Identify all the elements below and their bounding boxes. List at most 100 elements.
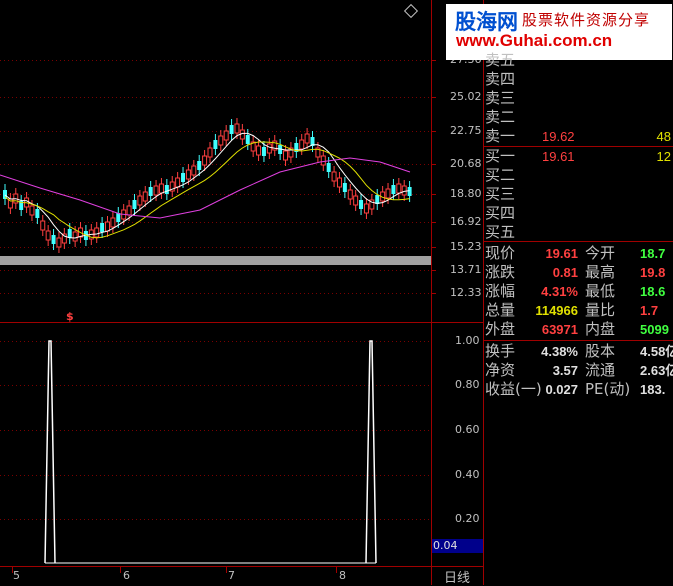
stat-label: 量比	[585, 301, 616, 319]
candle-body	[261, 147, 266, 156]
ask-row[interactable]: 卖二	[484, 108, 673, 127]
site-slogan: 股票软件资源分享	[522, 11, 651, 29]
candle-body	[175, 177, 181, 188]
stats-row: 现价 19.61 今开 18.7	[484, 244, 673, 263]
candle-body	[29, 205, 35, 216]
ask-row[interactable]: 卖一 19.62 48	[484, 127, 673, 146]
stats-row: 换手 4.38% 股本 4.58亿	[484, 342, 673, 361]
level-label: 卖三	[485, 89, 516, 107]
indicator-chart[interactable]	[0, 323, 431, 566]
stat-value: 18.6	[640, 284, 666, 299]
stat-label: 最高	[585, 263, 616, 281]
orderbook-divider-bottom	[484, 241, 673, 242]
candle-body	[234, 123, 240, 134]
period-label[interactable]: 日线	[444, 567, 470, 586]
stat-label: 涨幅	[485, 282, 516, 300]
candle-body	[110, 217, 116, 228]
candle-body	[67, 229, 72, 238]
indicator-line-chart	[0, 340, 431, 564]
candle-body	[94, 227, 100, 238]
candle-body	[132, 200, 137, 209]
candle-body	[353, 195, 359, 206]
stat-value: 18.7	[640, 246, 666, 261]
stats-row: 涨跌 0.81 最高 19.8	[484, 263, 673, 282]
bid-row[interactable]: 买四	[484, 204, 673, 223]
stats-row: 净资 3.57 流通 2.63亿	[484, 361, 673, 380]
bid-row[interactable]: 买一 19.61 12	[484, 147, 673, 166]
candle-body	[266, 143, 272, 154]
candle-body	[181, 173, 186, 182]
candle-body	[142, 191, 148, 202]
stats-row: 外盘 63971 内盘 5099	[484, 320, 673, 339]
indicator-tick-label: 0.80	[455, 378, 480, 391]
stats-row: 涨幅 4.31% 最低 18.6	[484, 282, 673, 301]
level-price: 19.62	[542, 129, 575, 144]
candle-body	[197, 161, 202, 170]
stat-value: 1.7	[640, 303, 659, 318]
site-url: www.Guhai.com.cn	[456, 31, 613, 50]
candle-body	[342, 183, 347, 192]
candle-body	[320, 155, 326, 166]
stat-value: 19.8	[640, 265, 666, 280]
candle-body	[105, 221, 110, 232]
price-tick-label: 15.23	[450, 240, 482, 253]
candle-body	[223, 130, 229, 141]
xaxis-label-6: 6	[123, 569, 130, 582]
price-tick	[431, 97, 436, 98]
bid-row[interactable]: 买二	[484, 166, 673, 185]
candle-body	[347, 189, 353, 200]
level-label: 卖一	[485, 127, 516, 145]
stat-label: 涨跌	[485, 263, 516, 281]
price-tick-label: 13.71	[450, 263, 482, 276]
candle-body	[213, 140, 218, 149]
candle-body	[385, 188, 391, 199]
level-label: 买五	[485, 223, 516, 241]
bid-row[interactable]: 买三	[484, 185, 673, 204]
ask-row[interactable]: 卖三	[484, 89, 673, 108]
scroll-bar[interactable]	[0, 256, 431, 265]
level-volume: 12	[656, 149, 671, 164]
candle-body	[126, 205, 132, 216]
stat-value: 63971	[541, 322, 578, 337]
level-label: 卖二	[485, 108, 516, 126]
bid-row[interactable]: 买五	[484, 223, 673, 242]
stat-label: 收益(一)	[485, 380, 542, 398]
indicator-current-value: 0.04	[432, 539, 483, 553]
xaxis-tick	[12, 567, 13, 573]
xaxis-tick	[336, 567, 337, 573]
stat-value: 19.61	[545, 246, 578, 261]
stats-row: 总量 114966 量比 1.7	[484, 301, 673, 320]
candle-body	[256, 145, 262, 156]
indicator-spike	[365, 340, 377, 564]
indicator-tick-label: 1.00	[455, 334, 480, 347]
candle-body	[331, 171, 337, 182]
ask-row[interactable]: 卖四	[484, 70, 673, 89]
price-tick	[431, 247, 436, 248]
xaxis-tick	[226, 567, 227, 573]
xaxis-label-5: 5	[13, 569, 20, 582]
orderbook-divider	[484, 146, 673, 147]
ask-row[interactable]: 卖五	[484, 51, 673, 70]
stat-label: 净资	[485, 361, 516, 379]
stat-label: 换手	[485, 342, 516, 360]
stat-value: 3.57	[552, 363, 578, 378]
candle-body	[185, 169, 191, 180]
stat-label: 内盘	[585, 320, 616, 338]
candle-body	[304, 133, 310, 144]
candle-body	[202, 155, 208, 166]
candle-body	[164, 185, 169, 194]
stat-value: 2.63亿	[640, 363, 673, 378]
price-chart[interactable]	[0, 0, 431, 322]
stat-label: 最低	[585, 282, 616, 300]
stats-divider	[484, 340, 673, 341]
candle-body	[401, 185, 407, 196]
indicator-tick-label: 0.20	[455, 512, 480, 525]
candle-body	[396, 183, 402, 194]
candle-body	[137, 195, 143, 206]
candle-body	[45, 230, 51, 241]
candle-body	[40, 220, 46, 231]
stat-label: 总量	[485, 301, 516, 319]
candle-body	[35, 209, 40, 218]
candle-body	[299, 139, 305, 150]
candle-body	[326, 163, 331, 172]
